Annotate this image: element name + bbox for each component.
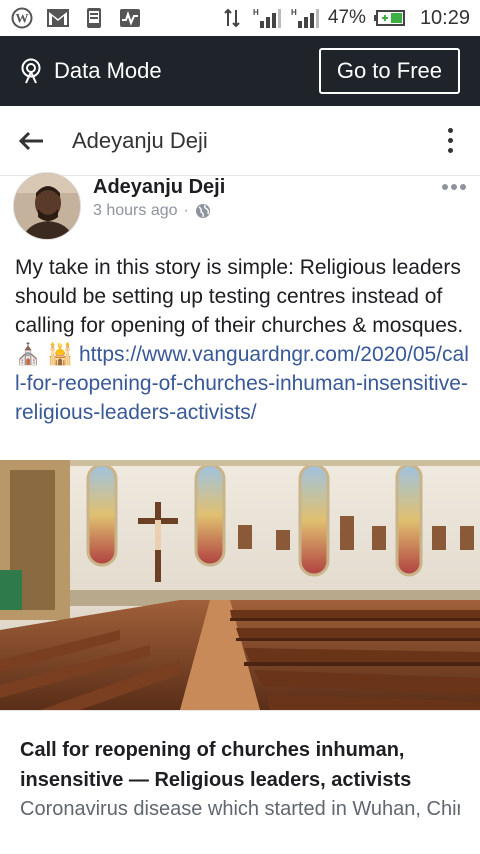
data-mode-bar: Data Mode Go to Free: [0, 36, 480, 106]
system-status: H H 47% 10:29: [220, 6, 470, 30]
phone-icon: [82, 6, 106, 30]
notification-icons: W: [10, 6, 142, 30]
data-mode-label: Data Mode: [54, 58, 162, 83]
signal-h-icon: H: [290, 6, 320, 30]
wordpress-icon: W: [10, 6, 34, 30]
link-preview-title[interactable]: Call for reopening of churches inhuman, …: [20, 735, 460, 795]
post-meta: 3 hours ago ·: [93, 202, 211, 220]
data-mode-icon: [20, 58, 42, 84]
link-preview-card[interactable]: Call for reopening of churches inhuman, …: [0, 710, 480, 854]
post-link[interactable]: https://www.vanguardngr.com/2020/05/call…: [15, 343, 469, 424]
meta-separator: ·: [183, 202, 189, 219]
link-preview-description: Coronavirus disease which started in Wuh…: [20, 798, 460, 820]
post-more-options-icon[interactable]: [442, 184, 466, 190]
svg-text:W: W: [16, 11, 29, 26]
post-header: Adeyanju Deji 3 hours ago ·: [0, 172, 480, 246]
status-bar: W H H 47% 10:29: [0, 0, 480, 36]
battery-percent: 47%: [327, 7, 366, 28]
overflow-menu-icon[interactable]: [438, 128, 462, 153]
avatar[interactable]: [13, 172, 81, 240]
network-type-label: H: [291, 8, 297, 17]
link-preview-image[interactable]: [0, 460, 480, 710]
church-interior-illustration: [0, 460, 480, 710]
page-header: Adeyanju Deji: [0, 106, 480, 176]
network-type-label: H: [253, 8, 259, 17]
post-author[interactable]: Adeyanju Deji: [93, 176, 225, 199]
data-transfer-icon: [220, 6, 244, 30]
signal-h-icon: H: [252, 6, 282, 30]
activity-icon: [118, 6, 142, 30]
post-body: My take in this story is simple: Religio…: [15, 253, 470, 427]
gmail-icon: [46, 6, 70, 30]
back-arrow-icon[interactable]: [18, 131, 44, 151]
clock: 10:29: [419, 6, 470, 29]
battery-icon: [373, 6, 406, 30]
page-title: Adeyanju Deji: [72, 127, 208, 153]
globe-icon: [195, 203, 211, 219]
post-time[interactable]: 3 hours ago: [93, 202, 178, 220]
go-to-free-button[interactable]: Go to Free: [318, 48, 460, 94]
